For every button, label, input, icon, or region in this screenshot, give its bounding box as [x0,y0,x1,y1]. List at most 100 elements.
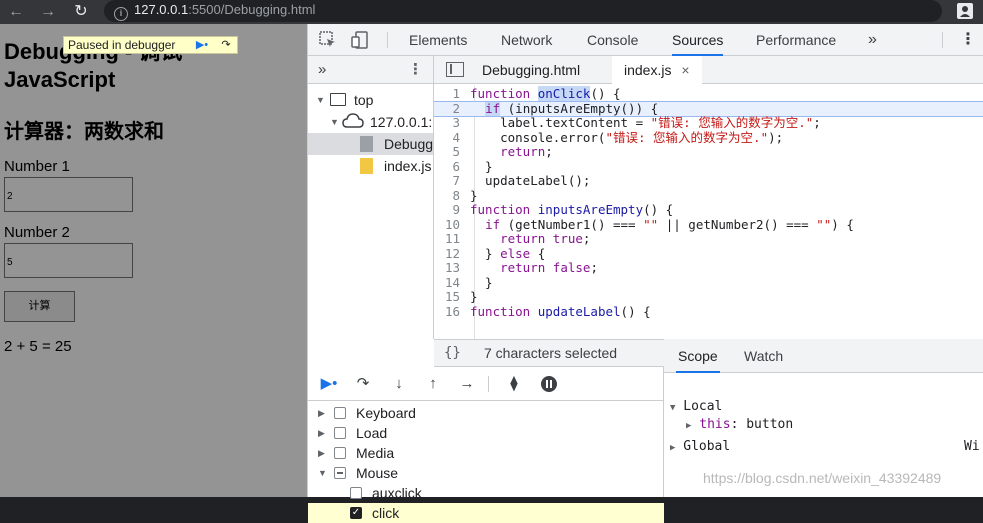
back-icon[interactable]: ← [6,2,26,22]
code-line: 6 } [452,158,493,174]
tab-console[interactable]: Console [587,24,638,56]
tab-performance[interactable]: Performance [756,24,836,56]
pause-on-exceptions-icon[interactable] [538,374,560,394]
code-line: 9 function inputsAreEmpty() { [452,202,674,217]
tab-network[interactable]: Network [501,24,552,56]
resume-icon[interactable]: ▶• [318,374,340,394]
category-label: Mouse [356,465,399,481]
device-toolbar-icon[interactable] [350,30,370,50]
editor-tab-index-js[interactable]: index.js × [612,56,702,84]
scope-global-label: Global [683,439,731,454]
number1-label: Number 1 [4,158,70,175]
navigator-menu-icon[interactable]: ⋮ [408,56,423,84]
editor-tab-debugging-html[interactable]: Debugging.html [482,56,580,84]
code-line: 14 } [444,274,493,290]
toggle-navigator-icon[interactable] [446,62,464,77]
navigator-header: » ⋮ [308,56,433,84]
breakpoint-event-click[interactable]: ✓ click [308,503,664,523]
toolbar-divider [942,32,943,48]
tab-watch[interactable]: Watch [744,339,783,373]
devtools-menu-icon[interactable]: ⋮ [960,24,976,56]
checkbox[interactable] [334,427,346,439]
tree-item-label: 127.0.0.1:5500 [370,114,433,130]
paused-label: Paused in debugger [68,38,176,52]
file-icon [360,136,373,152]
toolbar-divider [387,32,388,48]
breakpoint-category-load[interactable]: ▶ Load [308,423,664,443]
scope-local[interactable]: ▼ Local [670,397,722,417]
tree-item-debugging-html[interactable]: Debugging.html [308,133,433,155]
profile-icon[interactable] [955,1,975,21]
expand-triangle-icon: ▼ [316,95,325,105]
step-out-icon[interactable]: ↑ [422,374,444,394]
tab-scope[interactable]: Scope [676,339,720,373]
expand-triangle-icon: ▶ [318,428,325,438]
js-file-icon [360,158,373,174]
step-over-icon[interactable]: ↷ [218,38,234,52]
devtools-panel: Elements Network Console Sources Perform… [307,24,983,523]
url-path: :5500/Debugging.html [188,2,316,17]
inspect-element-icon[interactable] [318,30,338,50]
breakpoint-category-media[interactable]: ▶ Media [308,443,664,463]
checkbox-checked[interactable]: ✓ [350,507,362,519]
expand-triangle-icon: ▶ [318,448,325,458]
more-tabs-icon[interactable]: » [868,24,877,56]
scope-value: button [746,417,794,432]
code-line: 16 function updateLabel() { [444,303,651,319]
code-line: 13 return false; [444,260,598,275]
cloud-icon [342,113,364,135]
page-viewport: Debugging - 调试 JavaScript 计算器：两数求和 Numbe… [0,24,307,497]
tab-sources[interactable]: Sources [672,24,724,56]
selection-status: 7 characters selected [484,345,618,361]
breakpoint-category-mouse[interactable]: ▼ Mouse [308,463,664,483]
code-line: 3 label.textContent = "错误: 您输入的数字为空."; [452,115,821,130]
code-area[interactable]: 1 function onClick() { 2 if (inputsAreEmp… [434,86,983,339]
deactivate-breakpoints-icon[interactable]: ⧫ [503,374,525,394]
resume-icon[interactable]: ▶• [194,38,210,52]
scope-this[interactable]: ▶ this: button [686,415,793,435]
checkbox[interactable] [334,407,346,419]
code-line: 12 } else { [444,245,546,261]
checkbox[interactable] [350,487,362,499]
tree-item-host[interactable]: ▼ 127.0.0.1:5500 [308,111,433,135]
code-line: 8} [452,187,478,203]
checkbox-mixed[interactable] [334,467,346,479]
step-over-icon[interactable]: ↷ [352,374,374,394]
scope-global-value: Wi [964,439,980,454]
pretty-print-icon[interactable]: {} [444,340,461,366]
code-line: 1 function onClick() { [452,86,621,101]
checkbox[interactable] [334,447,346,459]
navigator-expand-icon[interactable]: » [318,56,326,84]
toolbar-divider [488,376,489,392]
code-line: 7 updateLabel(); [452,173,591,188]
step-icon[interactable]: → [456,374,478,394]
tree-item-label: index.js [384,158,432,174]
number2-input[interactable]: 5 [4,243,133,278]
expand-triangle-icon: ▼ [318,468,327,478]
tab-elements[interactable]: Elements [409,24,467,56]
site-info-icon[interactable]: i [114,7,128,21]
expand-triangle-icon: ▶ [318,408,325,418]
category-label: Load [356,425,388,441]
number1-input[interactable]: 2 [4,177,133,212]
breakpoint-category-keyboard[interactable]: ▶ Keyboard [308,403,664,423]
frame-icon [330,93,346,106]
event-label: click [372,505,400,521]
breakpoint-event-auxclick[interactable]: auxclick [308,483,664,503]
editor-tab-bar: Debugging.html index.js × [434,56,983,84]
address-bar[interactable]: i 127.0.0.1:5500/Debugging.html [104,0,942,22]
tree-item-index-js[interactable]: index.js [308,155,433,177]
tree-item-top[interactable]: ▼ top [308,89,433,111]
scope-global[interactable]: ▶ Global [670,437,730,457]
scope-tab-bar: Scope Watch [664,339,983,373]
expand-triangle-icon: ▼ [330,117,339,127]
editor-tab-label: index.js [624,62,672,78]
reload-icon[interactable]: ↻ [71,2,91,22]
calculate-button[interactable]: 计算 [4,291,75,322]
close-tab-icon[interactable]: × [681,62,689,78]
watermark: https://blog.csdn.net/weixin_43392489 [703,470,942,486]
step-into-icon[interactable]: ↓ [388,374,410,394]
result-label: 2 + 5 = 25 [4,338,72,355]
forward-icon[interactable]: → [38,2,58,22]
paused-banner: Paused in debugger ▶• ↷ [63,36,238,54]
